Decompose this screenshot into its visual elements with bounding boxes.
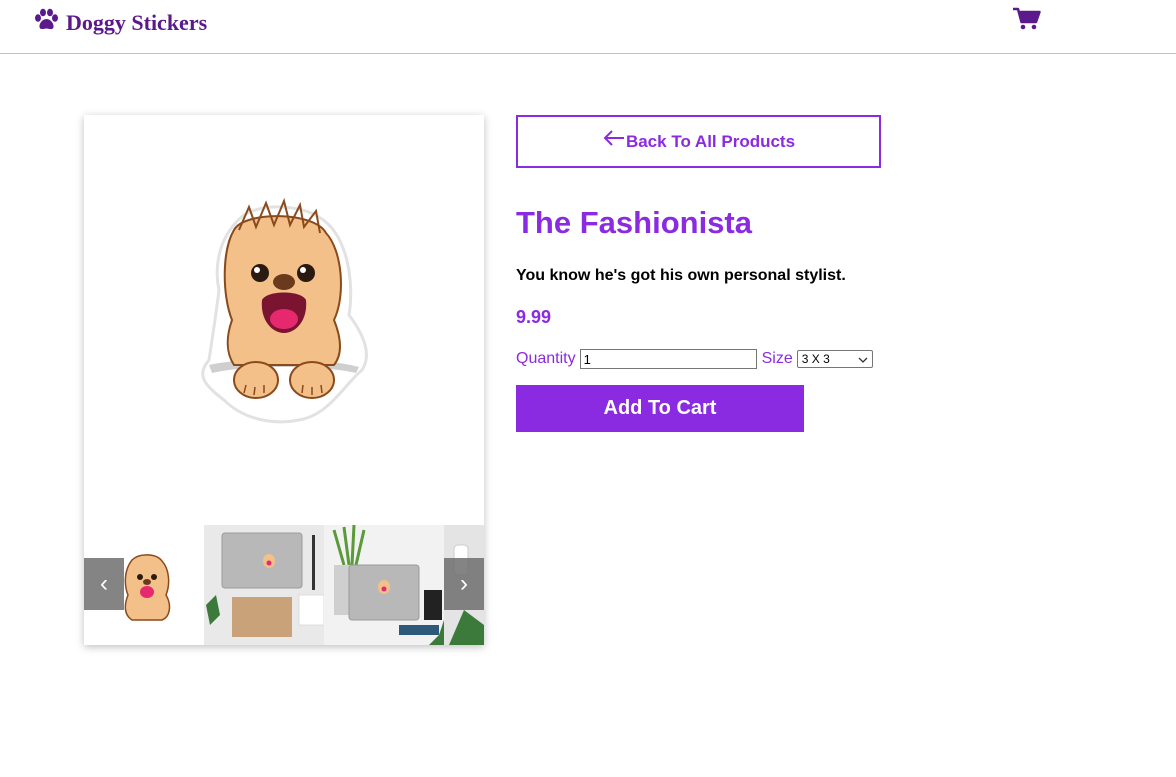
add-to-cart-label: Add To Cart: [603, 397, 717, 419]
product-price: 9.99: [516, 307, 552, 327]
product-options: Quantity Size 3 X 3: [516, 348, 873, 370]
product-title: The Fashionista: [516, 205, 752, 240]
size-select[interactable]: 3 X 3: [796, 350, 873, 368]
product-gallery: ‹ ›: [84, 115, 484, 645]
gallery-prev-button[interactable]: ‹: [84, 558, 124, 610]
site-header: Doggy Stickers: [0, 0, 1176, 54]
shopping-cart-icon[interactable]: [1012, 7, 1042, 31]
quantity-label: Quantity: [516, 350, 576, 367]
thumbnail-laptop-mockup-2[interactable]: [324, 525, 444, 645]
back-button-label: Back To All Products: [625, 131, 796, 151]
back-to-products-button[interactable]: Back To All Products: [516, 115, 881, 168]
thumbnail-strip: [84, 525, 484, 645]
thumbnail-laptop-mockup[interactable]: [204, 525, 324, 645]
size-label: Size: [761, 350, 793, 367]
arrow-left-icon: [602, 129, 626, 152]
add-to-cart-button[interactable]: Add To Cart: [516, 385, 804, 432]
brand-logo[interactable]: Doggy Stickers: [33, 8, 207, 37]
chevron-left-icon: ‹: [100, 570, 108, 597]
quantity-input[interactable]: [579, 349, 757, 369]
gallery-next-button[interactable]: ›: [444, 558, 484, 610]
product-description: You know he's got his own personal styli…: [516, 267, 846, 284]
paw-icon: [33, 8, 60, 37]
chevron-right-icon: ›: [460, 570, 468, 597]
main-product-image: [84, 115, 484, 525]
chevron-down-icon: [858, 352, 868, 366]
size-select-value: 3 X 3: [801, 352, 830, 366]
brand-name: Doggy Stickers: [66, 9, 208, 35]
